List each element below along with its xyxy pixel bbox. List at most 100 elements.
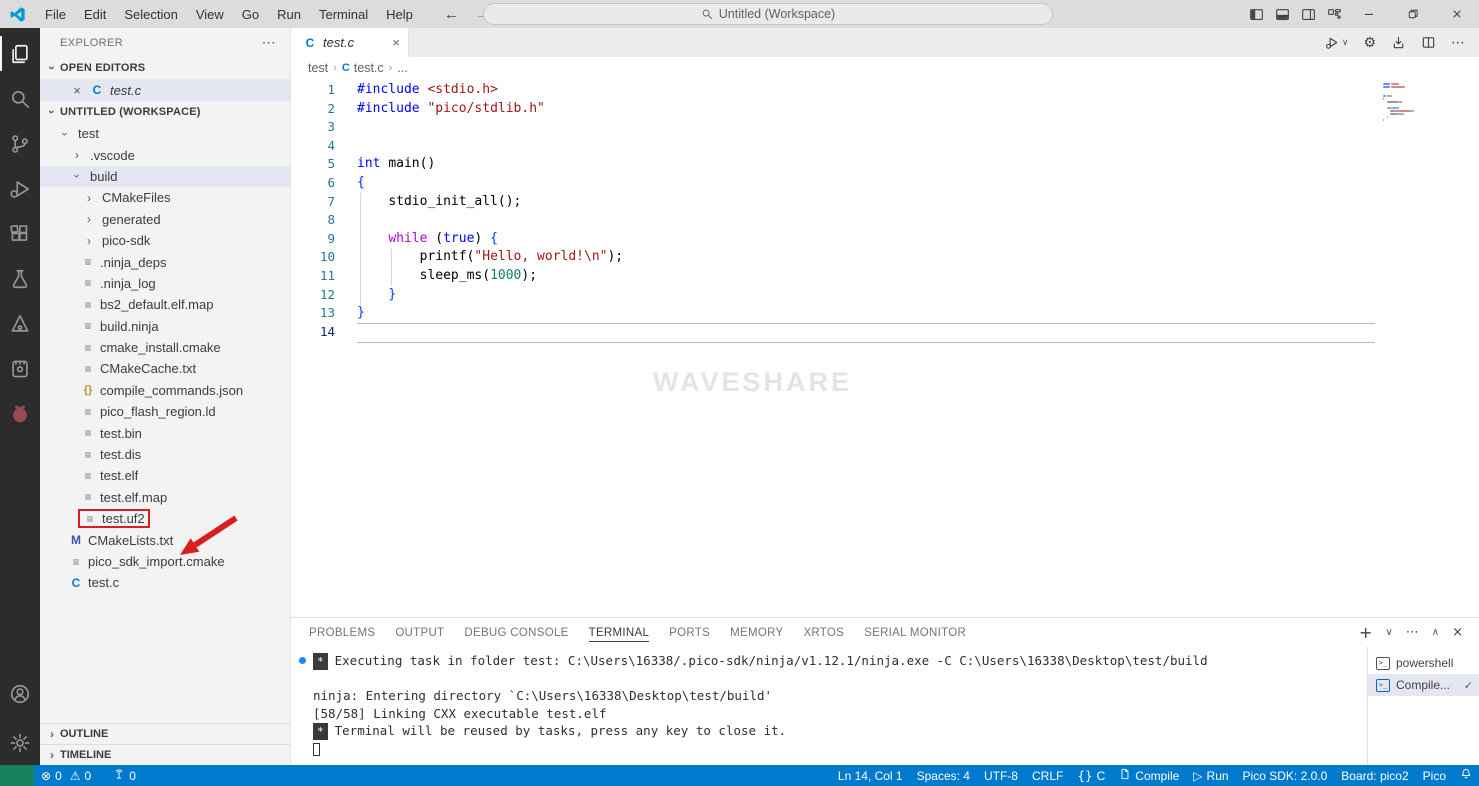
search-icon[interactable] bbox=[0, 76, 40, 121]
tree-file-bs2-default-elf-map[interactable]: ≡ bs2_default.elf.map bbox=[40, 294, 290, 315]
remote-indicator[interactable] bbox=[0, 765, 34, 786]
settings-icon[interactable] bbox=[0, 720, 40, 765]
panel-tab-ports[interactable]: PORTS bbox=[659, 618, 720, 647]
menu-view[interactable]: View bbox=[187, 0, 233, 28]
status-spaces-4[interactable]: Spaces: 4 bbox=[910, 765, 977, 786]
status-bell[interactable] bbox=[1453, 765, 1479, 786]
panel-tab-problems[interactable]: PROBLEMS bbox=[299, 618, 385, 647]
launch-profile-chevron-icon[interactable]: ∨ bbox=[1385, 627, 1392, 638]
maximize-panel-icon[interactable]: ∧ bbox=[1432, 627, 1439, 638]
toggle-panel-icon[interactable] bbox=[1269, 0, 1295, 28]
minimap[interactable] bbox=[1383, 83, 1469, 125]
restore-button[interactable] bbox=[1391, 0, 1435, 28]
tree-file-compile-commands-json[interactable]: {} compile_commands.json bbox=[40, 380, 290, 401]
menu-go[interactable]: Go bbox=[233, 0, 268, 28]
run-or-debug-button[interactable]: ∨ bbox=[1325, 35, 1348, 50]
terminal-instance-compile-[interactable]: >_ Compile... ✓ bbox=[1368, 674, 1479, 696]
explorer-icon[interactable] bbox=[0, 31, 40, 76]
open-editors-section[interactable]: › OPEN EDITORS bbox=[40, 57, 290, 79]
tree-folder-pico-sdk[interactable]: › pico-sdk bbox=[40, 230, 290, 251]
toggle-secondary-sidebar-icon[interactable] bbox=[1295, 0, 1321, 28]
run-and-debug-icon[interactable] bbox=[0, 166, 40, 211]
tree-folder-build[interactable]: › build bbox=[40, 165, 290, 188]
testing-icon[interactable] bbox=[0, 256, 40, 301]
tree-file-cmakecache-txt[interactable]: ≡ CMakeCache.txt bbox=[40, 358, 290, 379]
back-arrow-icon[interactable]: ← bbox=[444, 6, 459, 23]
status-c[interactable]: {} C bbox=[1070, 765, 1112, 786]
breadcrumb-symbol[interactable]: ... bbox=[397, 61, 407, 75]
explorer-actions-icon[interactable]: ⋯ bbox=[262, 34, 276, 51]
menu-selection[interactable]: Selection bbox=[115, 0, 186, 28]
settings-gear-icon[interactable]: ⚙ bbox=[1363, 35, 1376, 51]
extensions-icon[interactable] bbox=[0, 211, 40, 256]
ports-status[interactable]: 0 bbox=[106, 765, 143, 786]
cmake-tools-icon[interactable] bbox=[0, 301, 40, 346]
code-editor[interactable]: 1 #include <stdio.h> 2 #include "pico/stdli… bbox=[291, 79, 1479, 617]
tree-file-test-elf[interactable]: ≡ test.elf bbox=[40, 465, 290, 486]
tree-folder-cmakefiles[interactable]: › CMakeFiles bbox=[40, 187, 290, 208]
tree-folder-test[interactable]: › test bbox=[40, 123, 290, 144]
breadcrumb-folder[interactable]: test bbox=[308, 61, 328, 75]
tree-folder--vscode[interactable]: › .vscode bbox=[40, 144, 290, 165]
more-actions-icon[interactable]: ⋯ bbox=[1451, 35, 1465, 51]
tree-file-test-bin[interactable]: ≡ test.bin bbox=[40, 422, 290, 443]
outline-section[interactable]: › OUTLINE bbox=[40, 723, 290, 744]
menu-terminal[interactable]: Terminal bbox=[310, 0, 377, 28]
raspberry-pi-pico-icon[interactable] bbox=[0, 391, 40, 436]
workspace-section[interactable]: › UNTITLED (WORKSPACE) bbox=[40, 101, 290, 123]
tree-file-test-elf-map[interactable]: ≡ test.elf.map bbox=[40, 487, 290, 508]
status-utf-8[interactable]: UTF-8 bbox=[977, 765, 1025, 786]
terminal-instance-powershell[interactable]: >_ powershell bbox=[1368, 652, 1479, 674]
more-actions-icon[interactable]: ⋯ bbox=[1406, 625, 1419, 640]
status-ln-14-col-1[interactable]: Ln 14, Col 1 bbox=[831, 765, 910, 786]
minimize-button[interactable] bbox=[1347, 0, 1391, 28]
open-editor-item-testc[interactable]: × C test.c bbox=[40, 79, 290, 101]
status-compile[interactable]: Compile bbox=[1112, 765, 1186, 786]
tree-file-build-ninja[interactable]: ≡ build.ninja bbox=[40, 316, 290, 337]
status-board-pico2[interactable]: Board: pico2 bbox=[1334, 765, 1415, 786]
tab-testc[interactable]: C test.c × bbox=[291, 28, 409, 57]
toggle-sidebar-icon[interactable] bbox=[1243, 0, 1269, 28]
command-center-search[interactable]: Untitled (Workspace) bbox=[483, 3, 1053, 25]
menu-file[interactable]: File bbox=[36, 0, 75, 28]
menu-help[interactable]: Help bbox=[377, 0, 422, 28]
tree-file--ninja-deps[interactable]: ≡ .ninja_deps bbox=[40, 251, 290, 272]
panel-tab-debug-console[interactable]: DEBUG CONSOLE bbox=[454, 618, 578, 647]
status-pico-sdk-2-0-0[interactable]: Pico SDK: 2.0.0 bbox=[1236, 765, 1335, 786]
panel-tab-xrtos[interactable]: XRTOS bbox=[793, 618, 854, 647]
split-editor-icon[interactable] bbox=[1421, 35, 1436, 50]
panel-tab-output[interactable]: OUTPUT bbox=[385, 618, 454, 647]
timeline-section[interactable]: › TIMELINE bbox=[40, 744, 290, 765]
panel-tab-memory[interactable]: MEMORY bbox=[720, 618, 793, 647]
close-panel-icon[interactable]: × bbox=[1452, 625, 1463, 640]
tab-close-icon[interactable]: × bbox=[392, 35, 400, 50]
deploy-icon[interactable] bbox=[1391, 35, 1406, 50]
pico-project-icon[interactable] bbox=[0, 346, 40, 391]
breadcrumb-file[interactable]: test.c bbox=[354, 61, 384, 75]
close-icon[interactable]: × bbox=[70, 83, 84, 98]
menu-edit[interactable]: Edit bbox=[75, 0, 115, 28]
panel-tab-terminal[interactable]: TERMINAL bbox=[579, 618, 660, 647]
customize-layout-icon[interactable] bbox=[1321, 0, 1347, 28]
status-run[interactable]: ▷ Run bbox=[1186, 765, 1235, 786]
menu-run[interactable]: Run bbox=[268, 0, 310, 28]
tree-file-pico-sdk-import-cmake[interactable]: ≡ pico_sdk_import.cmake bbox=[40, 551, 290, 572]
tree-folder-generated[interactable]: › generated bbox=[40, 209, 290, 230]
source-control-icon[interactable] bbox=[0, 121, 40, 166]
tree-file-test-uf2[interactable]: ≡ test.uf2 bbox=[40, 508, 290, 529]
panel-tab-bar: PROBLEMS OUTPUT DEBUG CONSOLE TERMINAL PORTS… bbox=[291, 618, 1479, 647]
status-pico[interactable]: Pico bbox=[1416, 765, 1453, 786]
accounts-icon[interactable] bbox=[0, 671, 40, 716]
tree-file-test-c[interactable]: Ctest.c bbox=[40, 572, 290, 593]
tree-file-cmake-install-cmake[interactable]: ≡ cmake_install.cmake bbox=[40, 337, 290, 358]
tree-file-pico-flash-region-ld[interactable]: ≡ pico_flash_region.ld bbox=[40, 401, 290, 422]
problems-status[interactable]: ⊗ 0 ⚠ 0 bbox=[34, 765, 98, 786]
new-terminal-icon[interactable]: + bbox=[1359, 623, 1372, 642]
terminal-output[interactable]: * Executing task in folder test: C:\Users… bbox=[291, 647, 1367, 765]
tree-file-test-dis[interactable]: ≡ test.dis bbox=[40, 444, 290, 465]
status-crlf[interactable]: CRLF bbox=[1025, 765, 1070, 786]
panel-tab-serial-monitor[interactable]: SERIAL MONITOR bbox=[854, 618, 976, 647]
tree-file--ninja-log[interactable]: ≡ .ninja_log bbox=[40, 273, 290, 294]
tree-file-cmakelists-txt[interactable]: M CMakeLists.txt bbox=[40, 529, 290, 550]
close-button[interactable] bbox=[1435, 0, 1479, 28]
